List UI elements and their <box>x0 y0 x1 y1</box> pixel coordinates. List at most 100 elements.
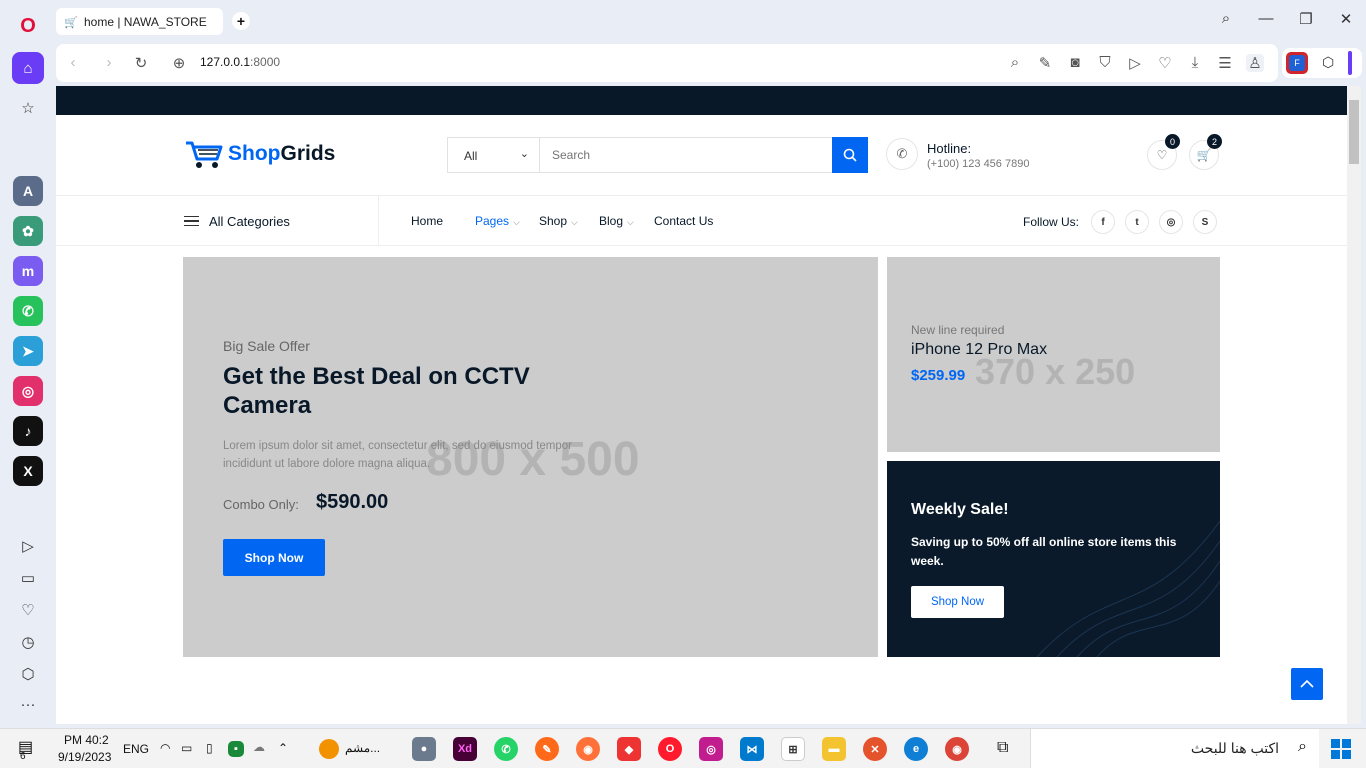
easy-setup-icon[interactable]: ☰ <box>1216 54 1234 72</box>
tray-icon[interactable]: ▯ <box>206 741 213 755</box>
new-tab-button[interactable]: + <box>232 12 250 30</box>
globe-icon: ⊕ <box>172 55 186 72</box>
send-icon[interactable]: ▷ <box>1126 54 1144 72</box>
scroll-to-top-button[interactable] <box>1291 668 1323 700</box>
messenger-icon[interactable]: m <box>13 256 43 286</box>
tiktok-icon[interactable]: ♪ <box>13 416 43 446</box>
forward-icon[interactable]: › <box>100 54 118 71</box>
wallet-icon[interactable]: ▭ <box>12 562 44 594</box>
home-icon[interactable]: ⌂ <box>12 52 44 84</box>
heart-icon[interactable]: ♡ <box>1156 54 1174 72</box>
combo-price: $590.00 <box>316 491 389 513</box>
back-icon[interactable]: ‹ <box>64 54 82 71</box>
nav-pages[interactable]: Pages ⌵ <box>475 214 520 228</box>
taskbar-search[interactable]: اكتب هنا للبحث ⌕ <box>1030 729 1319 768</box>
chevron-up-icon[interactable]: ⌃ <box>278 741 288 755</box>
nav-contact[interactable]: Contact Us <box>654 214 713 228</box>
site-logo[interactable]: ShopGrids <box>184 139 335 169</box>
search-icon <box>843 148 857 162</box>
tray-app-icon[interactable]: ▪ <box>228 741 244 757</box>
heart-icon[interactable]: ♡ <box>12 594 44 626</box>
store-icon[interactable]: ⊞ <box>781 737 805 761</box>
more-icon[interactable]: ··· <box>12 688 44 720</box>
browser-tab[interactable]: 🛒 home | NAWA_STORE <box>56 8 223 35</box>
nav-shop[interactable]: Shop ⌵ <box>539 214 578 228</box>
history-icon[interactable]: ◷ <box>12 626 44 658</box>
cube-icon[interactable]: ⬡ <box>1322 54 1334 71</box>
topbar-strip <box>56 86 1347 115</box>
wifi-icon[interactable]: ◠ <box>160 741 170 755</box>
minimize-button[interactable]: — <box>1256 10 1276 27</box>
search-page-icon[interactable]: ⌕ <box>1006 54 1024 71</box>
camera-icon[interactable]: ◙ <box>1066 54 1084 71</box>
banner-title: iPhone 12 Pro Max <box>911 341 1048 358</box>
pen-tool-icon[interactable]: ✎ <box>535 737 559 761</box>
firefox-icon[interactable]: ◉ <box>576 737 600 761</box>
opera-logo-icon[interactable]: O <box>12 10 44 42</box>
aria-icon[interactable]: A <box>13 176 43 206</box>
whatsapp-icon[interactable]: ✆ <box>13 296 43 326</box>
search-tabs-icon[interactable]: ⌕ <box>1216 10 1236 27</box>
task-view-icon[interactable]: ⧉ <box>997 739 1008 757</box>
facebook-icon[interactable]: f <box>1091 210 1115 234</box>
telegram-icon[interactable]: ➤ <box>13 336 43 366</box>
cloud-icon[interactable]: ☁ <box>253 740 265 754</box>
whatsapp-icon[interactable]: ✆ <box>494 737 518 761</box>
extension-icon[interactable]: F <box>1286 52 1308 74</box>
nav-blog[interactable]: Blog ⌵ <box>599 214 634 228</box>
reload-icon[interactable]: ↻ <box>132 54 150 72</box>
scrollbar-thumb[interactable] <box>1349 100 1359 164</box>
vscode-icon[interactable]: ⋈ <box>740 737 764 761</box>
all-categories-button[interactable]: All Categories <box>184 196 379 246</box>
adobe-xd-icon[interactable]: Xd <box>453 737 477 761</box>
category-select[interactable]: All ⌄ <box>448 138 540 172</box>
download-icon[interactable]: ⤓ <box>1186 54 1204 71</box>
twitter-icon[interactable]: t <box>1125 210 1149 234</box>
page-scrollbar[interactable] <box>1347 86 1361 724</box>
cart-button[interactable]: 🛒 2 <box>1189 134 1222 170</box>
close-window-button[interactable]: ✕ <box>1336 10 1356 28</box>
search-button[interactable] <box>832 137 868 173</box>
app-icon-2[interactable]: ✕ <box>863 737 887 761</box>
battery-icon[interactable]: ▭ <box>181 741 192 755</box>
weekly-sale-banner: Weekly Sale! Saving up to 50% off all on… <box>887 461 1220 657</box>
player-icon[interactable]: ▷ <box>12 530 44 562</box>
skype-icon[interactable]: S <box>1193 210 1217 234</box>
shield-icon[interactable]: ⛉ <box>1096 54 1114 71</box>
x-icon[interactable]: X <box>13 456 43 486</box>
app-orange-icon[interactable] <box>319 739 339 759</box>
instagram-icon[interactable]: ◎ <box>13 376 43 406</box>
app-label[interactable]: مشم... <box>345 741 380 755</box>
maximize-button[interactable]: ❐ <box>1296 10 1316 28</box>
file-explorer-icon[interactable]: ▬ <box>822 737 846 761</box>
search-input[interactable] <box>540 138 832 172</box>
profile-icon[interactable]: ♙ <box>1246 54 1264 72</box>
app-pink-icon[interactable]: ◎ <box>699 737 723 761</box>
chrome-icon[interactable]: ◉ <box>945 737 969 761</box>
edge-icon[interactable]: e <box>904 737 928 761</box>
app-icon-1[interactable]: ● <box>412 737 436 761</box>
instagram-icon[interactable]: ◎ <box>1159 210 1183 234</box>
hotline-number: (+100) 123 456 7890 <box>927 158 1030 170</box>
opera-icon[interactable]: O <box>658 737 682 761</box>
weekly-sale-title: Weekly Sale! <box>911 501 1009 518</box>
url-field[interactable]: 127.0.0.1:8000 <box>200 55 280 69</box>
chatgpt-icon[interactable]: ✿ <box>13 216 43 246</box>
app-red-icon[interactable]: ◆ <box>617 737 641 761</box>
edit-icon[interactable]: ✎ <box>1036 54 1054 72</box>
start-button[interactable] <box>1331 739 1351 759</box>
search-icon: ⌕ <box>1298 738 1307 755</box>
side-banner-product[interactable]: 370 x 250 New line required iPhone 12 Pr… <box>887 257 1220 452</box>
clock-date[interactable]: 9/19/2023 <box>58 750 111 764</box>
weekly-shop-now-button[interactable]: Shop Now <box>911 586 1004 618</box>
hero-description: Lorem ipsum dolor sit amet, consectetur … <box>223 440 572 470</box>
wishlist-button[interactable]: ♡ 0 <box>1147 134 1180 170</box>
hero-title: Get the Best Deal on CCTV Camera <box>223 363 530 419</box>
extensions-icon[interactable]: ⬡ <box>12 658 44 690</box>
language-indicator[interactable]: ENG <box>123 742 149 756</box>
star-icon[interactable]: ☆ <box>12 92 44 124</box>
clock-time[interactable]: PM 40:2 <box>64 733 109 747</box>
hero-shop-now-button[interactable]: Shop Now <box>223 539 325 576</box>
banner-price: $259.99 <box>911 367 966 384</box>
nav-home[interactable]: Home <box>411 214 443 228</box>
